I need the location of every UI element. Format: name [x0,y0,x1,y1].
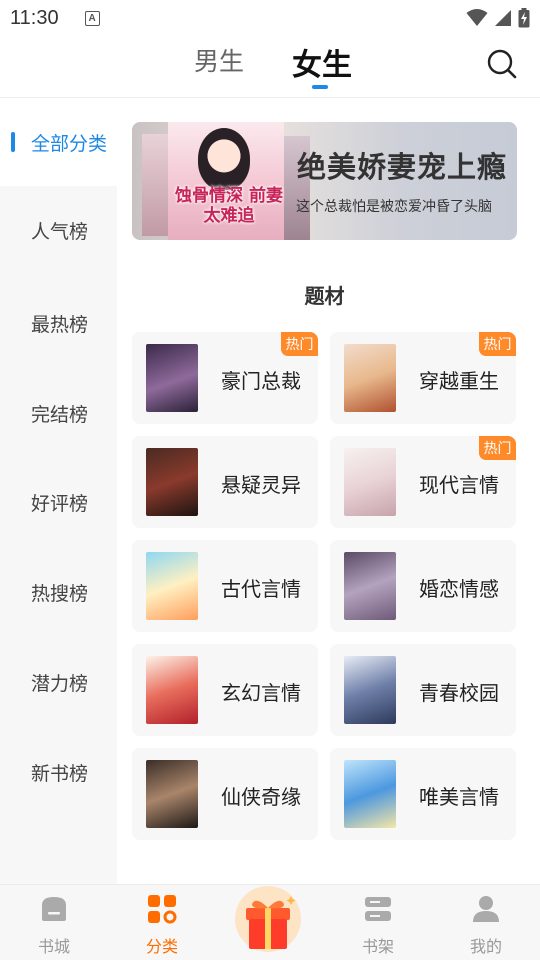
sidebar-item-label: 好评榜 [31,492,89,515]
sidebar-item-label: 潜力榜 [31,672,89,695]
banner-subtitle: 这个总裁怕是被恋爱冲昏了头脑 [296,199,492,215]
sidebar-item-label: 全部分类 [31,132,108,155]
book-cover [146,344,198,412]
category-sidebar: 全部分类 人气榜 最热榜 完结榜 好评榜 热搜榜 潜力榜 新书榜 [0,98,117,884]
sidebar-item-label: 新书榜 [31,762,89,785]
category-label: 豪门总裁 [221,369,301,393]
nav-bookstore[interactable]: 书城 [0,885,108,960]
book-cover [146,656,198,724]
status-icons [466,8,530,28]
profile-icon [473,896,499,922]
hot-badge: 热门 [281,332,318,356]
category-card-suspense[interactable]: 悬疑灵异 [132,436,318,528]
sidebar-item-label: 热搜榜 [31,582,89,605]
category-label: 青春校园 [419,681,499,705]
sidebar-item-trending-search[interactable]: 热搜榜 [0,547,117,637]
sidebar-item-label: 最热榜 [31,313,89,336]
top-header: 男生 女生 [0,36,540,98]
notification-a-icon: A [84,10,100,26]
sidebar-item-hottest[interactable]: 最热榜 [0,278,117,368]
category-card-aesthetic-romance[interactable]: 唯美言情 [330,748,516,840]
section-title-genre: 题材 [304,284,345,308]
sidebar-item-label: 完结榜 [31,403,89,426]
category-label: 仙侠奇缘 [221,785,301,809]
category-card-time-travel[interactable]: 穿越重生 热门 [330,332,516,424]
tab-male[interactable]: 男生 [194,42,244,78]
category-label: 穿越重生 [419,369,499,393]
promo-banner[interactable]: 蚀骨情深 前妻太难追 绝美娇妻宠上瘾 这个总裁怕是被恋爱冲昏了头脑 [132,122,517,240]
book-cover [344,448,396,516]
book-cover [146,448,198,516]
wifi-icon [466,9,488,26]
category-label: 唯美言情 [419,785,499,809]
sidebar-item-label: 人气榜 [31,220,89,243]
category-icon [148,895,177,924]
signal-icon [495,10,511,26]
sidebar-item-completed[interactable]: 完结榜 [0,368,117,458]
nav-label: 分类 [145,937,178,956]
bookshelf-icon [365,897,391,921]
bookstore-icon [42,897,66,921]
nav-category[interactable]: 分类 [108,885,216,960]
hot-badge: 热门 [479,332,516,356]
battery-icon [518,8,530,28]
category-card-rich-ceo[interactable]: 豪门总裁 热门 [132,332,318,424]
category-card-modern-romance[interactable]: 现代言情 热门 [330,436,516,528]
tab-indicator [312,85,328,89]
sidebar-item-new-books[interactable]: 新书榜 [0,727,117,817]
banner-cover-art [198,128,250,190]
category-card-xianxia[interactable]: 仙侠奇缘 [132,748,318,840]
nav-label: 我的 [469,937,502,956]
category-label: 婚恋情感 [419,577,499,601]
category-card-campus-youth[interactable]: 青春校园 [330,644,516,736]
category-card-ancient-romance[interactable]: 古代言情 [132,540,318,632]
book-cover [146,760,198,828]
sidebar-item-active-overlay[interactable]: 全部分类 [0,98,117,186]
banner-title: 绝美娇妻宠上瘾 [297,150,508,184]
nav-bookshelf[interactable]: 书架 [324,885,432,960]
category-label: 悬疑灵异 [221,473,301,497]
category-label: 现代言情 [419,473,499,497]
hot-badge: 热门 [479,436,516,460]
nav-profile[interactable]: 我的 [432,885,540,960]
book-cover [344,552,396,620]
search-icon[interactable] [486,48,518,80]
main-content: 蚀骨情深 前妻太难追 绝美娇妻宠上瘾 这个总裁怕是被恋爱冲昏了头脑 题材 豪门总… [117,98,540,884]
book-cover [344,656,396,724]
banner-cover-title: 蚀骨情深 前妻太难追 [175,186,283,226]
gift-icon[interactable] [234,882,302,956]
book-cover [344,760,396,828]
book-cover [344,344,396,412]
sidebar-item-potential[interactable]: 潜力榜 [0,637,117,727]
tab-female[interactable]: 女生 [292,40,352,84]
nav-label: 书城 [37,937,70,956]
category-card-fantasy-romance[interactable]: 玄幻言情 [132,644,318,736]
nav-label: 书架 [361,937,394,956]
sidebar-item-top-rated[interactable]: 好评榜 [0,457,117,547]
category-card-marriage-love[interactable]: 婚恋情感 [330,540,516,632]
category-label: 古代言情 [221,577,301,601]
category-label: 玄幻言情 [221,681,301,705]
status-time: 11:30 [10,6,59,29]
status-bar: 11:30 A [0,0,540,36]
sidebar-item-popular[interactable]: 人气榜 [0,186,117,274]
book-cover [146,552,198,620]
